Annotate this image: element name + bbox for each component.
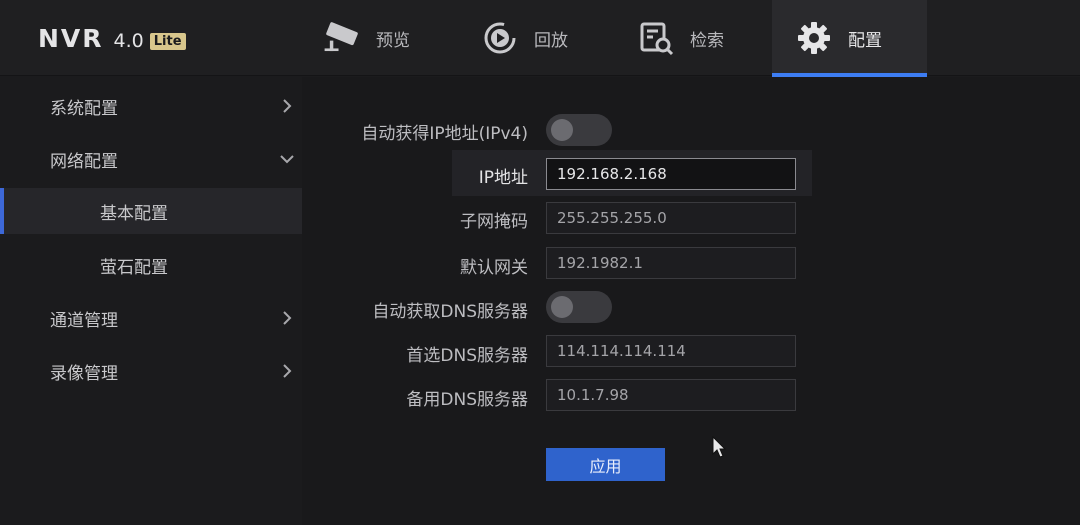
subnet-mask-label: 子网掩码	[460, 212, 528, 232]
sidebar: 系统配置 网络配置 基本配置 萤石配置 通道管理 录像管理	[0, 77, 302, 525]
auto-ip-label: 自动获得IP地址(IPv4)	[361, 124, 528, 144]
sidebar-item-label: 系统配置	[50, 98, 118, 119]
app-logo: NVR 4.0 Lite	[38, 24, 186, 53]
chevron-right-icon	[283, 99, 292, 113]
logo-badge: Lite	[149, 33, 186, 50]
sidebar-item-system-config[interactable]: 系统配置	[0, 83, 302, 129]
sidebar-item-label: 网络配置	[50, 151, 118, 172]
alternate-dns-label: 备用DNS服务器	[406, 390, 528, 410]
toggle-knob	[551, 119, 573, 141]
preferred-dns-label: 首选DNS服务器	[406, 346, 528, 366]
ip-address-label: IP地址	[478, 168, 528, 188]
playback-icon	[480, 18, 520, 58]
tab-label: 检索	[690, 30, 724, 51]
sidebar-item-label: 通道管理	[50, 310, 118, 331]
top-bar: NVR 4.0 Lite 预览 回放 检索 配置	[0, 0, 1080, 77]
gateway-label: 默认网关	[460, 258, 528, 278]
toggle-knob	[551, 296, 573, 318]
mouse-cursor-icon	[712, 436, 727, 458]
sidebar-item-label: 录像管理	[50, 363, 118, 384]
sidebar-item-basic-config[interactable]: 基本配置	[0, 188, 302, 234]
tab-label: 配置	[848, 30, 882, 51]
alternate-dns-input[interactable]: 10.1.7.98	[546, 379, 796, 411]
chevron-right-icon	[283, 364, 292, 378]
subnet-mask-input[interactable]: 255.255.255.0	[546, 202, 796, 234]
ip-address-input[interactable]: 192.168.2.168	[546, 158, 796, 190]
tab-config[interactable]: 配置	[772, 0, 927, 77]
sidebar-item-channel-management[interactable]: 通道管理	[0, 295, 302, 341]
search-icon	[636, 18, 676, 58]
auto-dns-toggle[interactable]	[546, 291, 612, 323]
tab-label: 回放	[534, 30, 568, 51]
sidebar-item-recording-management[interactable]: 录像管理	[0, 348, 302, 394]
logo-text: NVR	[38, 24, 104, 53]
auto-ip-toggle[interactable]	[546, 114, 612, 146]
sidebar-item-label: 基本配置	[100, 203, 168, 224]
gateway-input[interactable]: 192.1982.1	[546, 247, 796, 279]
tab-playback[interactable]: 回放	[480, 0, 620, 76]
sidebar-item-network-config[interactable]: 网络配置	[0, 136, 302, 182]
auto-dns-label: 自动获取DNS服务器	[372, 302, 528, 322]
sidebar-item-label: 萤石配置	[100, 257, 168, 278]
chevron-down-icon	[280, 155, 294, 164]
preferred-dns-input[interactable]: 114.114.114.114	[546, 335, 796, 367]
gear-icon	[794, 18, 834, 58]
chevron-right-icon	[283, 311, 292, 325]
camera-icon	[322, 18, 362, 58]
tab-search[interactable]: 检索	[636, 0, 776, 76]
apply-button[interactable]: 应用	[546, 448, 665, 481]
tab-label: 预览	[376, 30, 410, 51]
logo-version: 4.0	[113, 30, 144, 52]
sidebar-item-ezviz-config[interactable]: 萤石配置	[0, 242, 302, 288]
tab-preview[interactable]: 预览	[322, 0, 462, 76]
